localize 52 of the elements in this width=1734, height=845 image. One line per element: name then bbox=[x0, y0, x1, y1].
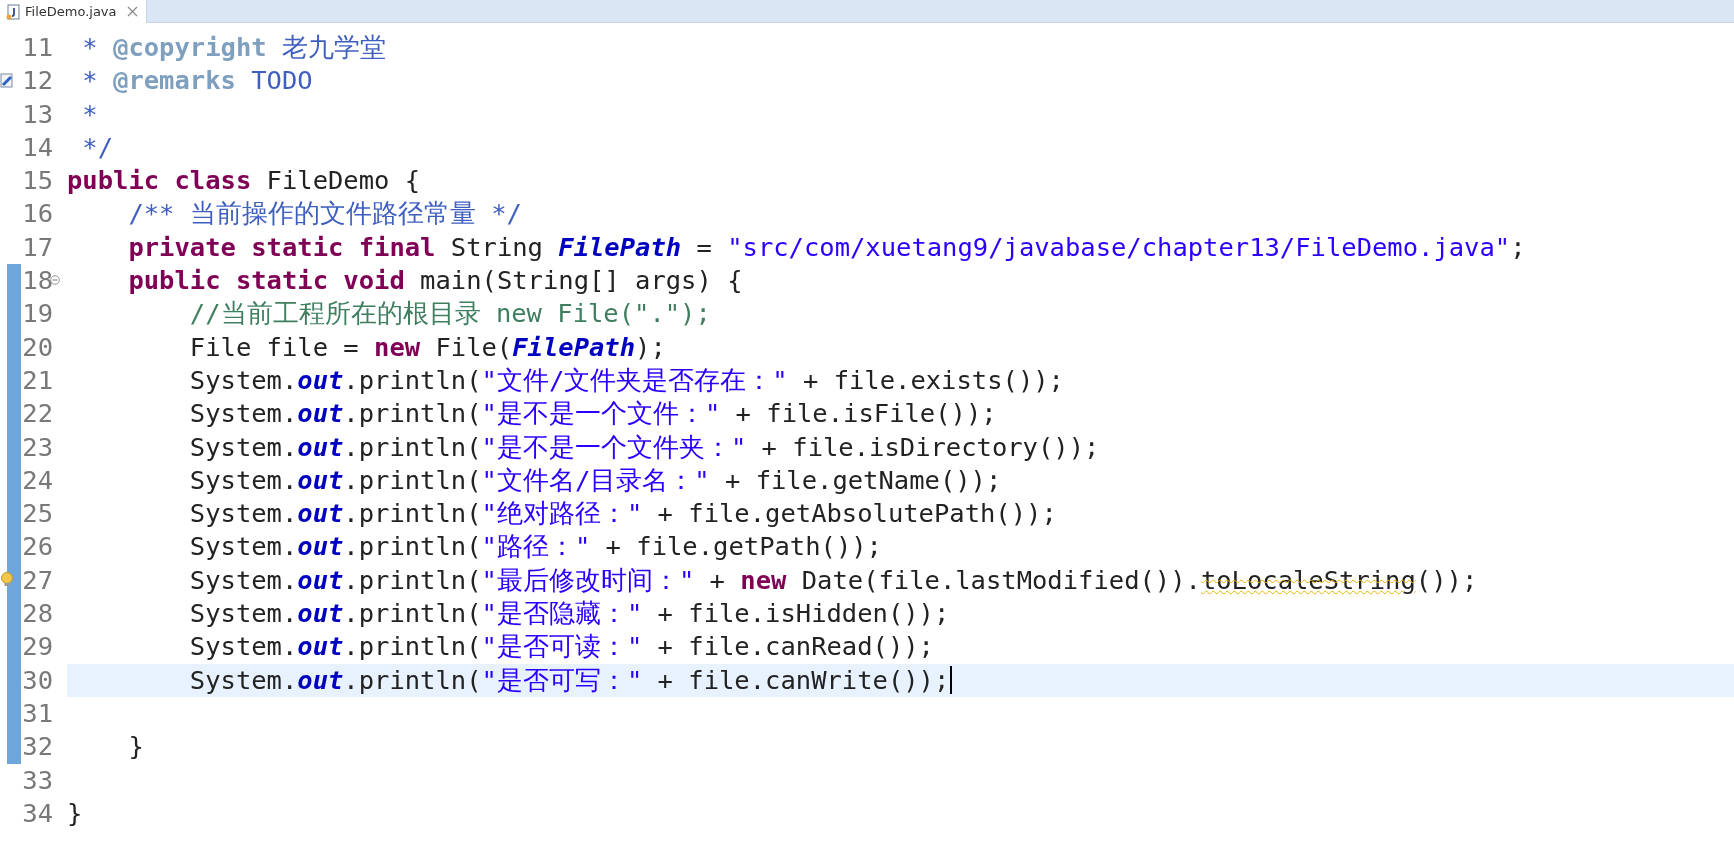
line-number: 20 bbox=[21, 330, 53, 364]
code-line: //当前工程所在的根目录 new File("."); bbox=[188, 297, 711, 331]
line-number: 19 bbox=[21, 297, 53, 331]
line-number: 24 bbox=[21, 463, 53, 497]
code-line: public static void main(String[] args) { bbox=[127, 264, 743, 298]
code-line: System.out.println("文件名/目录名：" + file.getName()); bbox=[188, 463, 1002, 497]
line-number: 32 bbox=[21, 730, 53, 764]
java-file-icon bbox=[6, 3, 21, 20]
line-number: 27 bbox=[21, 563, 53, 597]
code-line: * bbox=[81, 97, 98, 131]
line-number: 28 bbox=[21, 597, 53, 631]
code-line: System.out.println("是否隐藏：" + file.isHidden()); bbox=[188, 597, 950, 631]
code-line: System.out.println("绝对路径：" + file.getAbsolutePath()); bbox=[188, 497, 1057, 531]
line-number: 18 bbox=[21, 264, 53, 298]
line-number: 26 bbox=[21, 530, 53, 564]
line-number: 30 bbox=[21, 663, 53, 697]
pencil-note-icon bbox=[0, 72, 15, 90]
code-line: System.out.println("是否可写：" + file.canWrite()); bbox=[188, 663, 950, 697]
editor-tab[interactable]: FileDemo.java bbox=[0, 0, 147, 23]
code-line: private static final String FilePath = "src/com/xuetang9/javabase/chapter13/FileDemo.java"; bbox=[127, 230, 1526, 264]
line-number: 13 bbox=[21, 97, 53, 131]
line-number: 21 bbox=[21, 363, 53, 397]
line-number: 15 bbox=[21, 164, 53, 198]
code-line: } bbox=[127, 730, 144, 764]
code-line: System.out.println("是否可读：" + file.canRead()); bbox=[188, 630, 934, 664]
code-line: * @remarks TODO bbox=[81, 64, 313, 98]
line-number: 23 bbox=[21, 430, 53, 464]
line-number: 31 bbox=[21, 696, 53, 730]
code-line: } bbox=[67, 796, 83, 830]
line-number: 33 bbox=[21, 763, 53, 797]
collapse-icon[interactable] bbox=[50, 275, 60, 286]
code-line: System.out.println("是不是一个文件夹：" + file.isDirectory()); bbox=[188, 430, 1100, 464]
text-cursor bbox=[950, 666, 953, 695]
line-number: 25 bbox=[21, 497, 53, 531]
line-number: 34 bbox=[21, 796, 53, 830]
close-icon[interactable] bbox=[126, 6, 138, 17]
line-number: 12 bbox=[21, 64, 53, 98]
line-number: 11 bbox=[21, 31, 53, 64]
code-line: * @copyright 老九学堂 bbox=[81, 31, 386, 64]
code-line: File file = new File(FilePath); bbox=[188, 330, 666, 364]
line-number: 14 bbox=[21, 130, 53, 164]
line-number: 17 bbox=[21, 230, 53, 264]
line-number: 29 bbox=[21, 630, 53, 664]
code-line: System.out.println("路径：" + file.getPath()); bbox=[188, 530, 882, 564]
line-number: 16 bbox=[21, 197, 53, 231]
line-number: 22 bbox=[21, 397, 53, 431]
lightbulb-warning-icon bbox=[0, 570, 15, 588]
code-line: /** 当前操作的文件路径常量 */ bbox=[127, 197, 522, 231]
code-line: System.out.println("文件/文件夹是否存在：" + file.exists()); bbox=[188, 363, 1064, 397]
code-line: */ bbox=[81, 130, 114, 164]
code-line: public class FileDemo { bbox=[67, 164, 421, 198]
code-line: System.out.println("是不是一个文件：" + file.isFile()); bbox=[188, 397, 997, 431]
